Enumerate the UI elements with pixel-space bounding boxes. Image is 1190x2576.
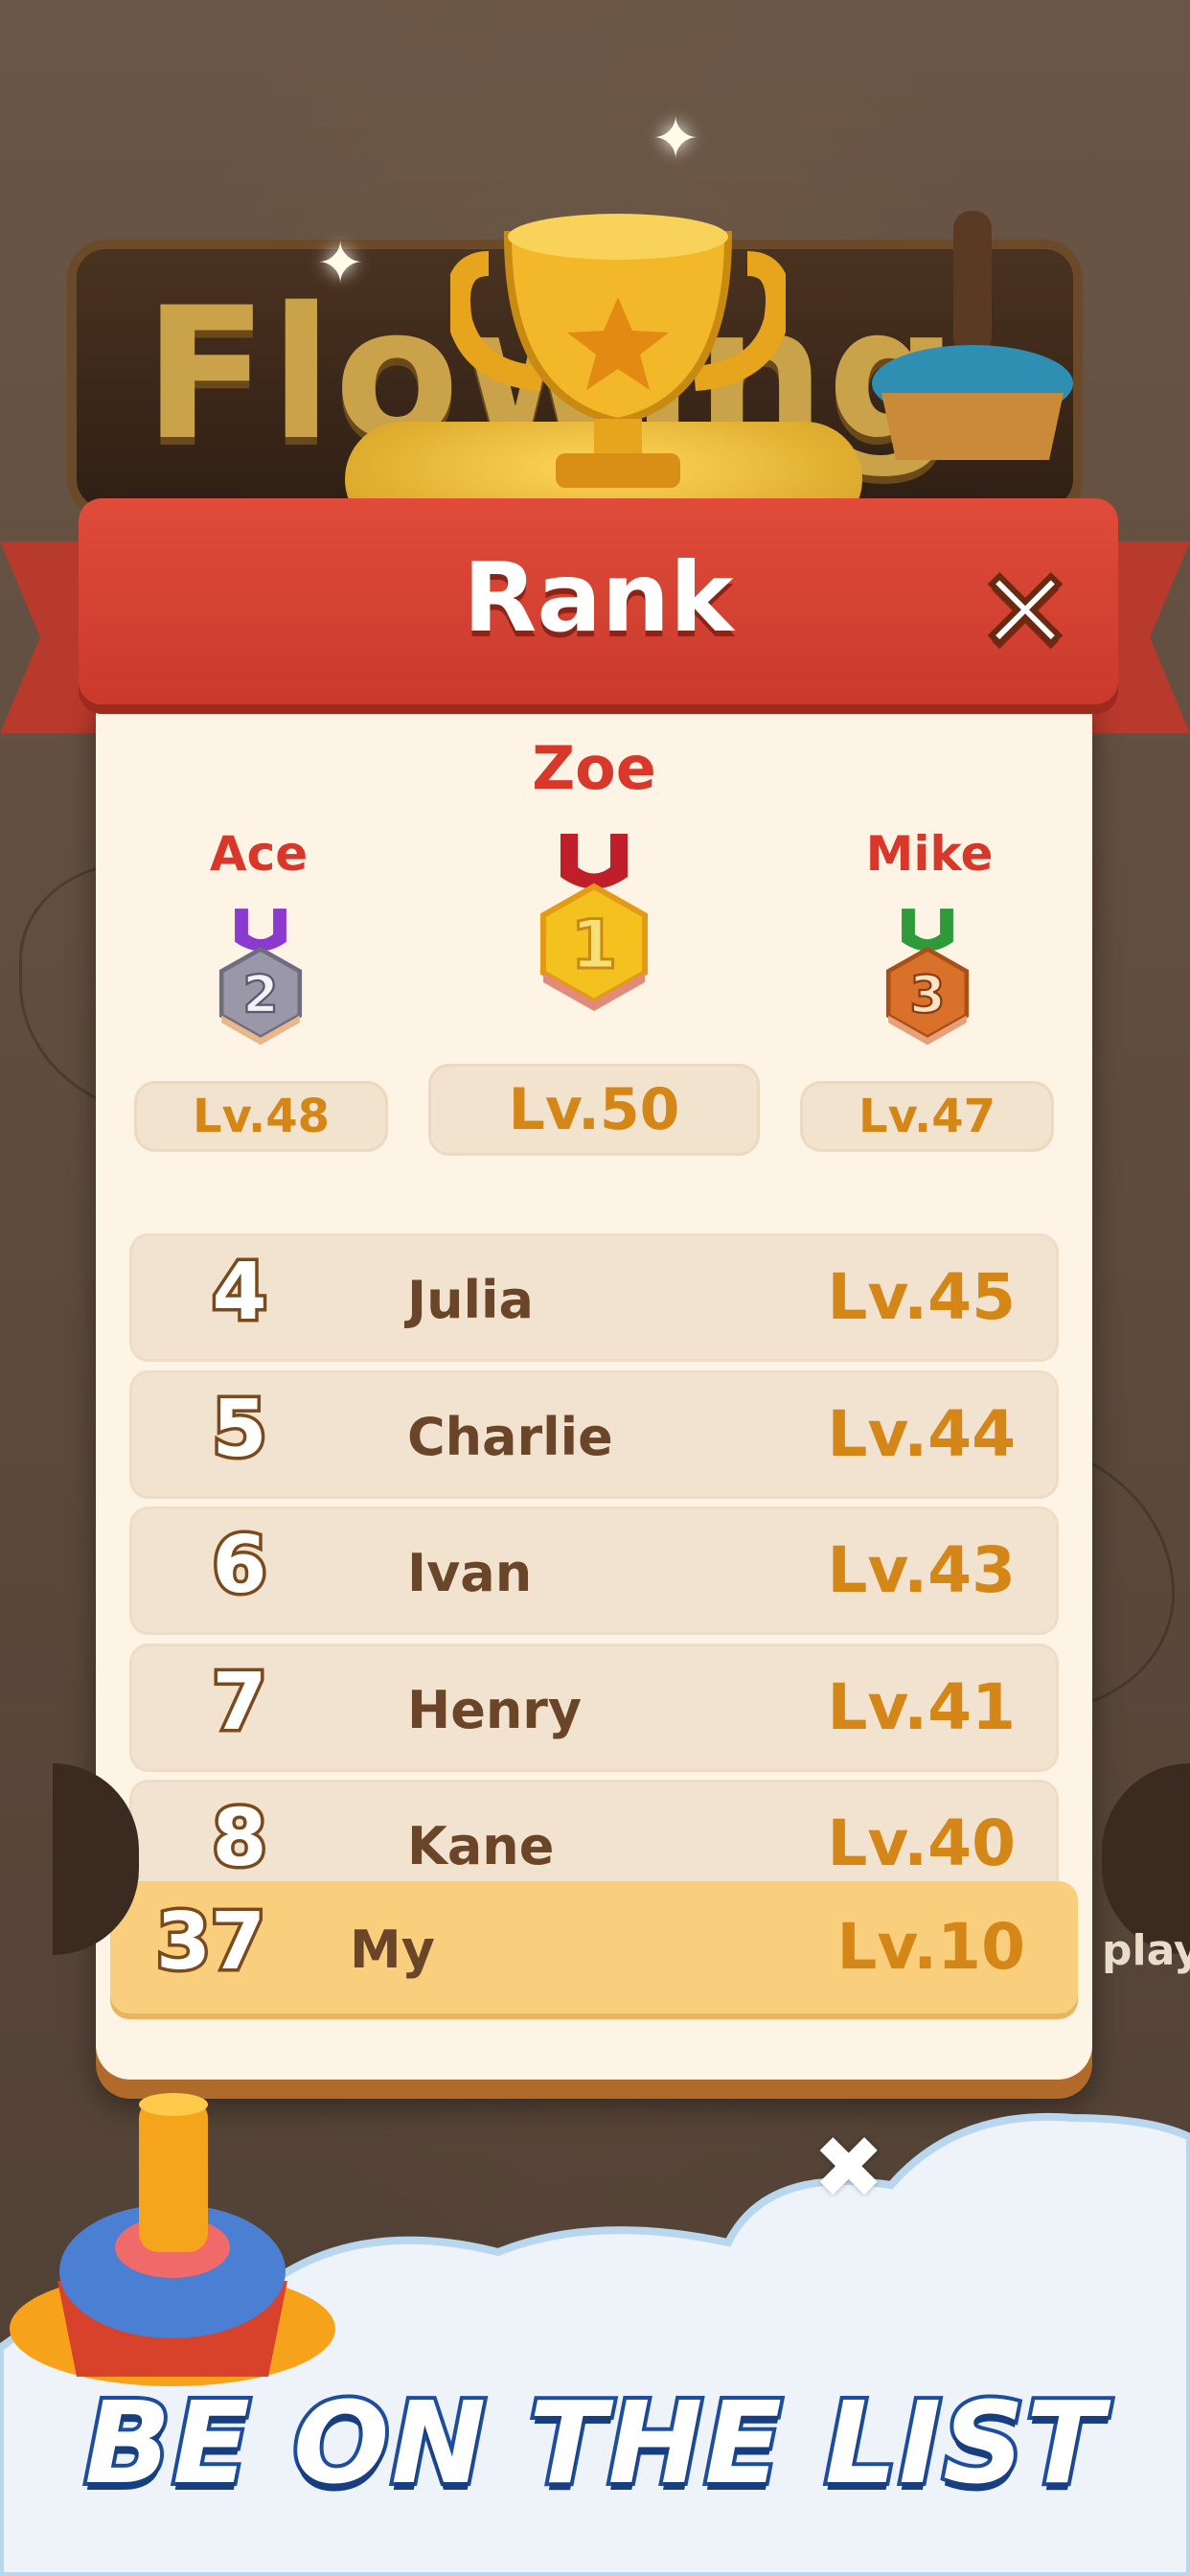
row-level: Lv.41: [827, 1670, 1016, 1744]
table-row: 6 Ivan Lv.43: [129, 1506, 1059, 1635]
silver-medal-number: 2: [242, 964, 278, 1024]
table-row: 5 Charlie Lv.44: [129, 1370, 1059, 1499]
table-row: 7 Henry Lv.41: [129, 1644, 1059, 1772]
sparkle-icon: ✦: [652, 105, 700, 172]
close-button[interactable]: ✕: [973, 553, 1078, 674]
row-rank: 7: [209, 1654, 270, 1752]
plunger-icon: [10, 2093, 335, 2386]
my-level: Lv.10: [836, 1910, 1025, 1984]
silver-medal-icon: 2: [218, 908, 303, 1046]
podium-second-level: Lv.48: [134, 1081, 388, 1152]
page-title: Rank: [463, 541, 734, 654]
row-name: Henry: [407, 1680, 583, 1740]
sparkle-icon: ✦: [316, 230, 365, 297]
my-name: My: [350, 1920, 435, 1980]
play-label: play: [1102, 1926, 1190, 1975]
bronze-medal-icon: 3: [885, 908, 970, 1046]
close-icon: ✕: [974, 546, 1077, 679]
my-rank-row: 37 My Lv.10: [110, 1881, 1078, 2013]
row-name: Julia: [407, 1270, 534, 1330]
my-rank: 37: [152, 1894, 268, 1991]
tagline: BE ON THE LIST: [80, 2373, 1107, 2513]
row-name: Kane: [407, 1816, 555, 1876]
row-rank: 8: [209, 1790, 270, 1888]
row-name: Charlie: [407, 1407, 613, 1467]
row-level: Lv.40: [827, 1806, 1016, 1880]
podium-third-level: Lv.47: [800, 1081, 1054, 1152]
podium-first-level: Lv.50: [428, 1064, 760, 1156]
gold-medal-number: 1: [571, 906, 618, 984]
plunger-decoration-icon: [872, 211, 1073, 460]
decorative-x-icon: ✖: [812, 2118, 885, 2219]
row-level: Lv.45: [827, 1260, 1016, 1334]
gold-medal-icon: 1: [540, 834, 648, 1011]
row-rank: 6: [209, 1517, 270, 1615]
rank-header: Rank: [79, 498, 1118, 704]
row-name: Ivan: [407, 1543, 533, 1603]
row-level: Lv.43: [827, 1533, 1016, 1607]
row-rank: 5: [209, 1381, 270, 1479]
podium-second-name: Ace: [209, 826, 309, 882]
bronze-medal-number: 3: [909, 964, 945, 1024]
podium-third-name: Mike: [865, 826, 994, 882]
trophy-icon: [450, 214, 786, 488]
row-level: Lv.44: [827, 1397, 1016, 1471]
podium-first-name: Zoe: [532, 733, 656, 803]
row-rank: 4: [209, 1244, 270, 1342]
table-row: 4 Julia Lv.45: [129, 1233, 1059, 1362]
